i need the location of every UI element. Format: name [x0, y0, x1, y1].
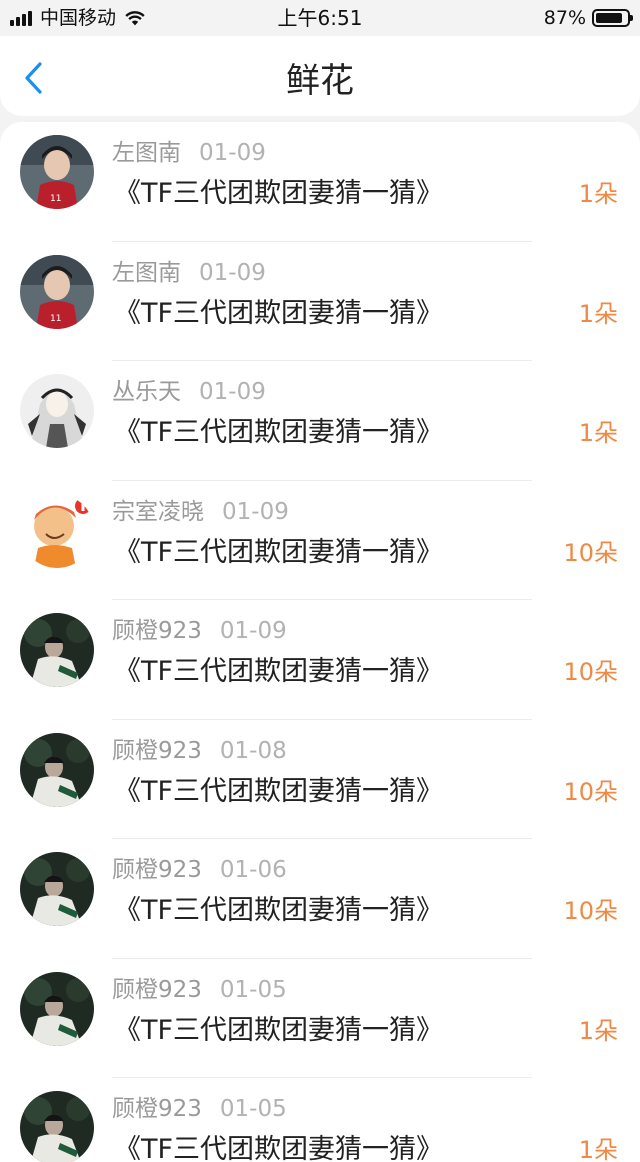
item-date: 01-08: [219, 737, 287, 764]
list-item[interactable]: 宗室凌晓 01-09 《TF三代团欺团妻猜一猜》 10朵: [0, 481, 640, 600]
item-date: 01-05: [219, 976, 287, 1003]
flower-count: 1朵: [578, 1136, 618, 1162]
avatar[interactable]: [20, 852, 94, 926]
item-date: 01-09: [219, 618, 287, 644]
list-item[interactable]: 顾橙923 01-05 《TF三代团欺团妻猜一猜》 1朵: [0, 1078, 640, 1162]
nav-bar: 鲜花: [0, 36, 640, 116]
user-name[interactable]: 顾橙923: [112, 857, 202, 883]
item-date: 01-06: [219, 857, 287, 883]
item-date: 01-09: [199, 140, 266, 166]
user-name[interactable]: 顾橙923: [112, 738, 202, 764]
item-date: 01-05: [219, 1096, 287, 1122]
avatar[interactable]: [20, 1091, 94, 1162]
avatar[interactable]: 11: [20, 135, 94, 209]
item-title[interactable]: 《TF三代团欺团妻猜一猜》: [114, 654, 443, 690]
user-name[interactable]: 丛乐天: [112, 379, 181, 405]
flower-count: 10朵: [563, 658, 618, 686]
user-name[interactable]: 顾橙923: [112, 977, 202, 1003]
item-meta: 顾橙923 01-05: [112, 1094, 287, 1124]
avatar[interactable]: [20, 971, 94, 1046]
item-meta: 顾橙923 01-06: [112, 855, 287, 885]
avatar[interactable]: 11: [20, 254, 94, 329]
item-meta: 顾橙923 01-08: [112, 736, 287, 766]
user-name[interactable]: 顾橙923: [112, 618, 202, 644]
item-title[interactable]: 《TF三代团欺团妻猜一猜》: [114, 535, 443, 571]
flower-count: 1朵: [578, 1016, 618, 1045]
avatar[interactable]: [20, 613, 94, 687]
battery-icon: [592, 9, 633, 27]
list-item[interactable]: 顾橙923 01-09 《TF三代团欺团妻猜一猜》 10朵: [0, 600, 640, 720]
list-item[interactable]: 11 左图南 01-09 《TF三代团欺团妻猜一猜》 1朵: [0, 242, 640, 361]
flower-count: 10朵: [563, 897, 618, 925]
battery-percent: 87%: [543, 7, 586, 29]
item-title[interactable]: 《TF三代团欺团妻猜一猜》: [114, 1132, 443, 1162]
item-title[interactable]: 《TF三代团欺团妻猜一猜》: [114, 774, 443, 810]
item-date: 01-09: [222, 498, 289, 525]
item-meta: 顾橙923 01-05: [112, 975, 287, 1005]
item-meta: 左图南 01-09: [112, 258, 266, 288]
list-item[interactable]: 顾橙923 01-08 《TF三代团欺团妻猜一猜》 10朵: [0, 720, 640, 839]
list-item[interactable]: 11 左图南 01-09 《TF三代团欺团妻猜一猜》 1朵: [0, 122, 640, 242]
svg-text:11: 11: [50, 194, 61, 204]
list-item[interactable]: 丛乐天 01-09 《TF三代团欺团妻猜一猜》 1朵: [0, 361, 640, 481]
status-bar: 中国移动 上午6:51 87%: [0, 0, 640, 36]
flower-count: 10朵: [563, 538, 618, 567]
page-title: 鲜花: [286, 61, 354, 101]
item-title[interactable]: 《TF三代团欺团妻猜一猜》: [114, 1013, 443, 1049]
user-name[interactable]: 左图南: [112, 260, 181, 286]
item-date: 01-09: [199, 259, 266, 286]
item-title[interactable]: 《TF三代团欺团妻猜一猜》: [114, 893, 443, 929]
list-item[interactable]: 顾橙923 01-06 《TF三代团欺团妻猜一猜》 10朵: [0, 839, 640, 959]
user-name[interactable]: 宗室凌晓: [112, 499, 204, 525]
list-item[interactable]: 顾橙923 01-05 《TF三代团欺团妻猜一猜》 1朵: [0, 959, 640, 1078]
svg-text:11: 11: [50, 314, 61, 324]
flower-count: 10朵: [563, 777, 618, 806]
item-title[interactable]: 《TF三代团欺团妻猜一猜》: [114, 296, 443, 332]
item-meta: 顾橙923 01-09: [112, 616, 287, 646]
status-right: 87%: [543, 6, 633, 30]
flower-count: 1朵: [578, 180, 618, 208]
item-meta: 宗室凌晓 01-09: [112, 497, 289, 527]
avatar[interactable]: [20, 732, 94, 807]
user-name[interactable]: 左图南: [112, 140, 181, 166]
flower-count: 1朵: [578, 299, 618, 328]
flower-count: 1朵: [578, 419, 618, 447]
item-date: 01-09: [199, 379, 266, 405]
flower-list: 11 左图南 01-09 《TF三代团欺团妻猜一猜》 1朵 11 左图南 01-09 《TF三代…: [0, 122, 640, 1162]
item-title[interactable]: 《TF三代团欺团妻猜一猜》: [114, 176, 443, 212]
item-meta: 左图南 01-09: [112, 138, 266, 168]
avatar[interactable]: [20, 374, 94, 448]
item-title[interactable]: 《TF三代团欺团妻猜一猜》: [114, 415, 443, 451]
user-name[interactable]: 顾橙923: [112, 1096, 202, 1122]
item-meta: 丛乐天 01-09: [112, 377, 266, 407]
avatar[interactable]: [20, 493, 94, 568]
